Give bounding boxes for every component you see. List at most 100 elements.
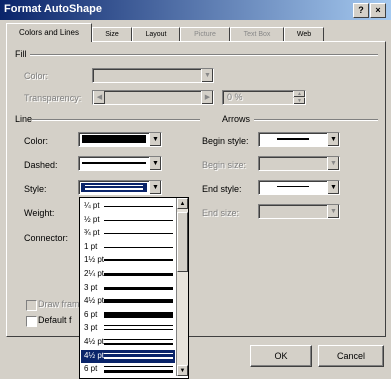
dash-preview <box>82 162 146 164</box>
style-option[interactable]: 4½ pt <box>81 336 175 349</box>
arrows-divider <box>254 119 378 121</box>
end-size-label: End size: <box>202 208 240 218</box>
line-section-label: Line <box>15 114 33 124</box>
style-line-preview <box>104 339 173 340</box>
transparency-label: Transparency: <box>24 93 82 103</box>
style-line-preview <box>104 286 173 290</box>
draw-frame-label: Draw fram <box>38 299 80 309</box>
fill-divider <box>30 54 378 56</box>
begin-size-select[interactable]: ▼ <box>258 156 340 171</box>
scroll-down-icon[interactable]: ▼ <box>177 365 188 376</box>
end-size-select[interactable]: ▼ <box>258 204 340 219</box>
style-option[interactable]: 1 pt <box>81 241 175 254</box>
style-option-label: ½ pt <box>84 214 100 224</box>
fill-color-select[interactable]: ▼ <box>92 68 214 83</box>
tab-size[interactable]: Size <box>92 27 132 42</box>
chevron-down-icon: ▼ <box>327 205 339 218</box>
style-line-top <box>85 185 143 186</box>
arrow-preview <box>277 186 309 187</box>
style-line-preview <box>104 259 173 262</box>
chevron-down-icon: ▼ <box>327 181 339 194</box>
style-option[interactable]: 4½ pt <box>81 349 175 363</box>
chevron-down-icon: ▼ <box>201 69 213 82</box>
style-line-preview <box>104 325 173 327</box>
style-option-label: 2¼ pt <box>84 269 105 278</box>
ok-button[interactable]: OK <box>250 345 312 367</box>
line-color-label: Color: <box>24 136 49 146</box>
style-option[interactable]: ¾ pt <box>81 227 175 240</box>
style-option-label: 1½ pt <box>84 255 105 265</box>
style-line-preview <box>104 356 173 359</box>
style-line-preview <box>104 343 173 345</box>
close-button[interactable]: × <box>370 3 386 18</box>
style-option[interactable]: 3 pt <box>81 322 175 335</box>
begin-size-label: Begin size: <box>202 160 247 170</box>
end-style-select[interactable]: ▼ <box>258 180 340 195</box>
transparency-slider[interactable]: ◀ ▶ <box>92 90 214 105</box>
style-dropdown-list[interactable]: 6 pt 4½ pt 4½ pt 3 pt 6 pt 4½ pt 3 pt 2¼ pt 1½ p… <box>79 197 189 379</box>
style-line-preview <box>104 299 173 304</box>
style-option-label: 3 pt <box>84 282 98 292</box>
style-line-preview <box>104 219 173 221</box>
style-option[interactable]: 6 pt <box>81 363 175 376</box>
style-option[interactable]: 1½ pt <box>81 254 175 267</box>
begin-style-label: Begin style: <box>202 136 249 146</box>
transparency-input[interactable]: 0 % ▲ ▼ <box>222 90 306 105</box>
slider-right-icon: ▶ <box>201 91 213 104</box>
fill-color-label: Color: <box>24 71 49 81</box>
tab-colors-and-lines[interactable]: Colors and Lines <box>6 23 92 42</box>
tab-layout[interactable]: Layout <box>132 27 180 42</box>
style-option-label: 4½ pt <box>84 350 105 360</box>
default-label: Default f <box>38 315 72 325</box>
style-option[interactable]: 6 pt <box>81 309 175 322</box>
spin-down-icon: ▼ <box>293 98 305 104</box>
style-option-label: ¾ pt <box>84 228 100 238</box>
style-select[interactable]: ▼ <box>78 180 162 195</box>
style-line-preview <box>104 352 173 354</box>
style-option-label: 6 pt <box>84 309 98 319</box>
title-bar[interactable]: Format AutoShape ? × <box>0 0 391 20</box>
help-button[interactable]: ? <box>353 3 369 18</box>
begin-style-select[interactable]: ▼ <box>258 132 340 147</box>
connector-label: Connector: <box>24 233 69 243</box>
weight-label: Weight: <box>24 208 55 218</box>
style-option[interactable]: ½ pt <box>81 214 175 227</box>
tab-text-box[interactable]: Text Box <box>230 27 284 42</box>
line-color-select[interactable]: ▼ <box>78 132 162 147</box>
chevron-down-icon: ▼ <box>149 133 161 146</box>
style-label: Style: <box>24 184 47 194</box>
scroll-up-icon[interactable]: ▲ <box>177 198 188 209</box>
transparency-value: 0 % <box>227 92 243 102</box>
chevron-down-icon: ▼ <box>149 181 161 194</box>
style-line-preview <box>104 233 173 235</box>
style-line-preview <box>104 246 173 248</box>
chevron-down-icon: ▼ <box>327 133 339 146</box>
style-option[interactable]: ¼ pt <box>81 200 175 213</box>
style-line-bottom <box>85 188 143 190</box>
style-option-label: 4½ pt <box>84 296 105 306</box>
draw-frame-checkbox[interactable] <box>26 300 37 311</box>
dashed-select[interactable]: ▼ <box>78 156 162 171</box>
style-line-preview <box>104 366 173 368</box>
end-style-label: End style: <box>202 184 242 194</box>
style-line-preview <box>104 370 173 374</box>
style-line-preview <box>104 329 173 331</box>
style-line-preview <box>104 206 173 207</box>
style-option[interactable]: 2¼ pt <box>81 268 175 281</box>
tab-web[interactable]: Web <box>284 27 324 42</box>
style-option-label: 1 pt <box>84 241 98 251</box>
tab-picture[interactable]: Picture <box>180 27 230 42</box>
line-divider <box>32 119 200 121</box>
cancel-button[interactable]: Cancel <box>318 345 384 367</box>
style-option-label: 3 pt <box>84 323 98 333</box>
default-checkbox[interactable] <box>26 316 37 327</box>
style-line-preview <box>104 311 173 318</box>
style-option[interactable]: 4½ pt <box>81 295 175 308</box>
style-option[interactable]: 3 pt <box>81 282 175 295</box>
fill-section-label: Fill <box>15 49 27 59</box>
dropdown-scrollbar[interactable]: ▲ ▼ <box>176 198 188 376</box>
format-autoshape-dialog: Format AutoShape ? × Colors and Lines Si… <box>0 0 391 379</box>
style-option-label: 4½ pt <box>84 337 105 346</box>
scroll-thumb[interactable] <box>177 212 188 272</box>
dashed-label: Dashed: <box>24 160 58 170</box>
